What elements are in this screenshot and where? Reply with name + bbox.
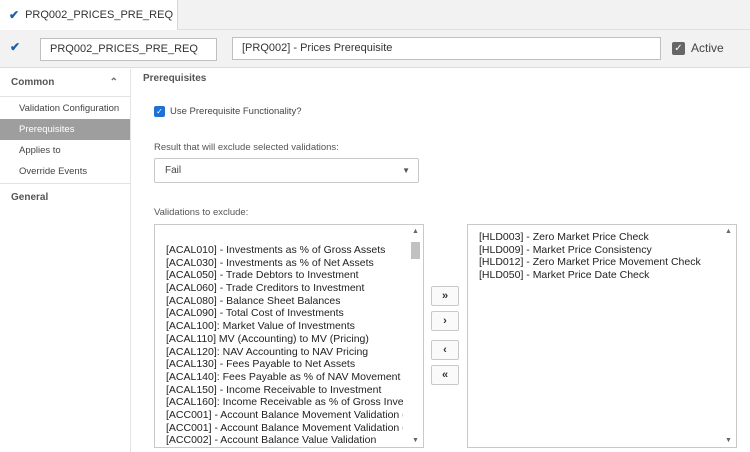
list-item[interactable]: [ACAL130] - Fees Payable to Net Assets <box>166 358 403 371</box>
double-check-icon: ✔ <box>10 40 21 54</box>
list-item[interactable]: [ACAL140]: Fees Payable as % of NAV Move… <box>166 371 403 384</box>
sidebar-item-label: Override Events <box>19 166 88 177</box>
tab-bar: ✔ PRQ002_PRICES_PRE_REQ <box>0 0 750 30</box>
list-item[interactable]: [ACAL080] - Balance Sheet Balances <box>166 295 403 308</box>
excluded-items: [HLD003] - Zero Market Price Check [HLD00… <box>479 231 716 282</box>
sidebar-item-prerequisites[interactable]: Prerequisites <box>0 119 130 140</box>
scrollbar[interactable]: ▲ ▼ <box>408 225 423 447</box>
sidebar-item-label: Prerequisites <box>19 124 75 135</box>
active-toggle[interactable]: ✓ Active <box>672 41 724 55</box>
excluded-validations-list[interactable]: [HLD003] - Zero Market Price Check [HLD00… <box>467 224 737 448</box>
scroll-up-arrow-icon[interactable]: ▲ <box>721 228 736 235</box>
move-right-button[interactable]: › <box>431 311 459 331</box>
list-item[interactable]: [ACAL120]: NAV Accounting to NAV Pricing <box>166 346 403 359</box>
result-label: Result that will exclude selected valida… <box>154 142 339 153</box>
move-all-right-button[interactable]: » <box>431 286 459 306</box>
available-validations-list[interactable]: [ACAL010] - Investments as % of Gross As… <box>154 224 424 448</box>
section-general[interactable]: General <box>0 183 130 211</box>
list-item[interactable]: [ACAL110] MV (Accounting) to MV (Pricing… <box>166 333 403 346</box>
move-left-button[interactable]: ‹ <box>431 340 459 360</box>
list-item[interactable]: [HLD009] - Market Price Consistency <box>479 244 716 257</box>
available-items: [ACAL010] - Investments as % of Gross As… <box>166 244 403 447</box>
scroll-up-arrow-icon[interactable]: ▲ <box>408 228 423 235</box>
list-item[interactable]: [HLD012] - Zero Market Price Movement Ch… <box>479 256 716 269</box>
list-item[interactable]: [HLD050] - Market Price Date Check <box>479 269 716 282</box>
list-item[interactable]: [ACAL100]: Market Value of Investments <box>166 320 403 333</box>
result-select-value: Fail <box>165 165 182 176</box>
sidebar-item-applies-to[interactable]: Applies to <box>0 140 130 161</box>
use-prerequisite-checkbox[interactable]: ✓ <box>154 106 165 117</box>
page-title: Prerequisites <box>143 73 207 84</box>
section-general-label: General <box>11 192 49 203</box>
sidebar-item-validation-configuration[interactable]: Validation Configuration <box>0 98 130 119</box>
code-field[interactable]: PRQ002_PRICES_PRE_REQ <box>40 38 217 61</box>
list-item[interactable]: [ACAL060] - Trade Creditors to Investmen… <box>166 282 403 295</box>
result-select[interactable]: Fail ▼ <box>154 158 419 183</box>
caret-down-icon: ▼ <box>402 166 410 175</box>
use-prerequisite-label: Use Prerequisite Functionality? <box>170 106 302 117</box>
scroll-down-arrow-icon[interactable]: ▼ <box>721 437 736 444</box>
scrollbar[interactable]: ▲ ▼ <box>721 225 736 447</box>
list-item[interactable]: [ACC002] - Account Balance Value Validat… <box>166 434 403 447</box>
list-item[interactable]: [ACAL030] - Investments as % of Net Asse… <box>166 257 403 270</box>
tab-title: PRQ002_PRICES_PRE_REQ <box>25 9 174 21</box>
sidebar-item-label: Applies to <box>19 145 61 156</box>
scroll-down-arrow-icon[interactable]: ▼ <box>408 437 423 444</box>
section-common-label: Common <box>11 77 55 88</box>
sidebar-item-label: Validation Configuration <box>19 103 120 114</box>
document-tab[interactable]: ✔ PRQ002_PRICES_PRE_REQ <box>0 0 178 30</box>
double-check-icon: ✔ <box>9 8 20 22</box>
validations-label: Validations to exclude: <box>154 207 249 218</box>
header-toolbar: ✔ PRQ002_PRICES_PRE_REQ [PRQ002] - Price… <box>0 30 750 68</box>
section-common[interactable]: Common ⌃ <box>0 69 130 97</box>
list-item[interactable]: [ACC001] - Account Balance Movement Vali… <box>166 422 403 435</box>
list-item[interactable]: [ACAL050] - Trade Debtors to Investment <box>166 269 403 282</box>
list-item[interactable]: [ACAL090] - Total Cost of Investments <box>166 307 403 320</box>
active-label: Active <box>691 41 724 55</box>
move-all-left-button[interactable]: « <box>431 365 459 385</box>
scrollbar-thumb[interactable] <box>411 242 420 259</box>
sidebar: Common ⌃ Validation Configuration Prereq… <box>0 69 131 452</box>
list-item[interactable]: [HLD003] - Zero Market Price Check <box>479 231 716 244</box>
list-item[interactable]: [ACC001] - Account Balance Movement Vali… <box>166 409 403 422</box>
chevron-up-icon: ⌃ <box>109 77 118 88</box>
name-field[interactable]: [PRQ002] - Prices Prerequisite <box>232 37 661 60</box>
list-item[interactable]: [ACAL160]: Income Receivable as % of Gro… <box>166 396 403 409</box>
active-checkbox[interactable]: ✓ <box>672 41 685 55</box>
list-item[interactable]: [ACAL010] - Investments as % of Gross As… <box>166 244 403 257</box>
sidebar-item-override-events[interactable]: Override Events <box>0 161 130 182</box>
list-item[interactable]: [ACAL150] - Income Receivable to Investm… <box>166 384 403 397</box>
use-prerequisite-option[interactable]: ✓ Use Prerequisite Functionality? <box>154 106 301 117</box>
